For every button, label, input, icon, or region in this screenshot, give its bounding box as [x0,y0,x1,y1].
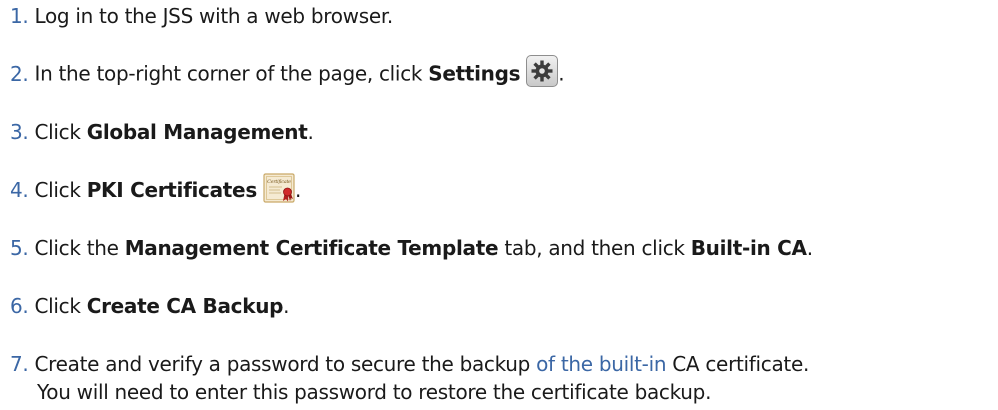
step-number: 2. [10,61,29,86]
step-text-end: CA certificate. [666,352,810,376]
step-text-end: . [558,61,565,86]
step-number: 3. [10,120,29,144]
global-management-label: Global Management [86,120,308,144]
built-in-ca-label: Built-in CA [690,236,807,260]
built-in-link[interactable]: of the built-in [536,352,666,376]
svg-text:Certificate: Certificate [267,179,291,185]
step-text: Click [34,178,87,202]
create-ca-backup-label: Create CA Backup [86,294,284,318]
step-text: In the top-right corner of the page, cli… [34,61,429,86]
step-text-end: . [283,294,290,318]
step-7: 7. Create and verify a password to secure… [10,350,809,406]
step-text: Click [34,294,87,318]
step-text: Click the [34,236,125,260]
gear-icon [526,55,559,87]
step-text: Click [34,120,87,144]
step-number: 1. [10,4,29,28]
step-continuation: You will need to enter this password to … [37,380,712,404]
step-text-end: . [806,236,813,260]
pki-certificates-label: PKI Certificates [86,178,258,202]
step-number: 5. [10,236,29,260]
step-number: 6. [10,294,29,318]
step-number: 4. [10,178,29,202]
step-text-middle: tab, and then click [498,236,691,260]
certificate-icon: Certificate [263,172,295,203]
step-text-end: . [307,120,314,144]
step-2: 2. In the top-right corner of the page, c… [10,55,565,91]
step-number: 7. [10,352,29,376]
step-1: 1. Log in to the JSS with a web browser. [10,2,393,30]
step-text: Create and verify a password to secure t… [34,352,537,376]
step-4: 4. Click PKI Certificates Certificate. [10,172,301,207]
step-6: 6. Click Create CA Backup. [10,292,290,320]
step-3: 3. Click Global Management. [10,118,314,146]
step-5: 5. Click the Management Certificate Templ… [10,234,813,262]
management-certificate-template-label: Management Certificate Template [124,236,499,260]
settings-label: Settings [428,61,521,86]
step-text: Log in to the JSS with a web browser. [34,4,393,28]
step-text-end: . [294,178,301,202]
